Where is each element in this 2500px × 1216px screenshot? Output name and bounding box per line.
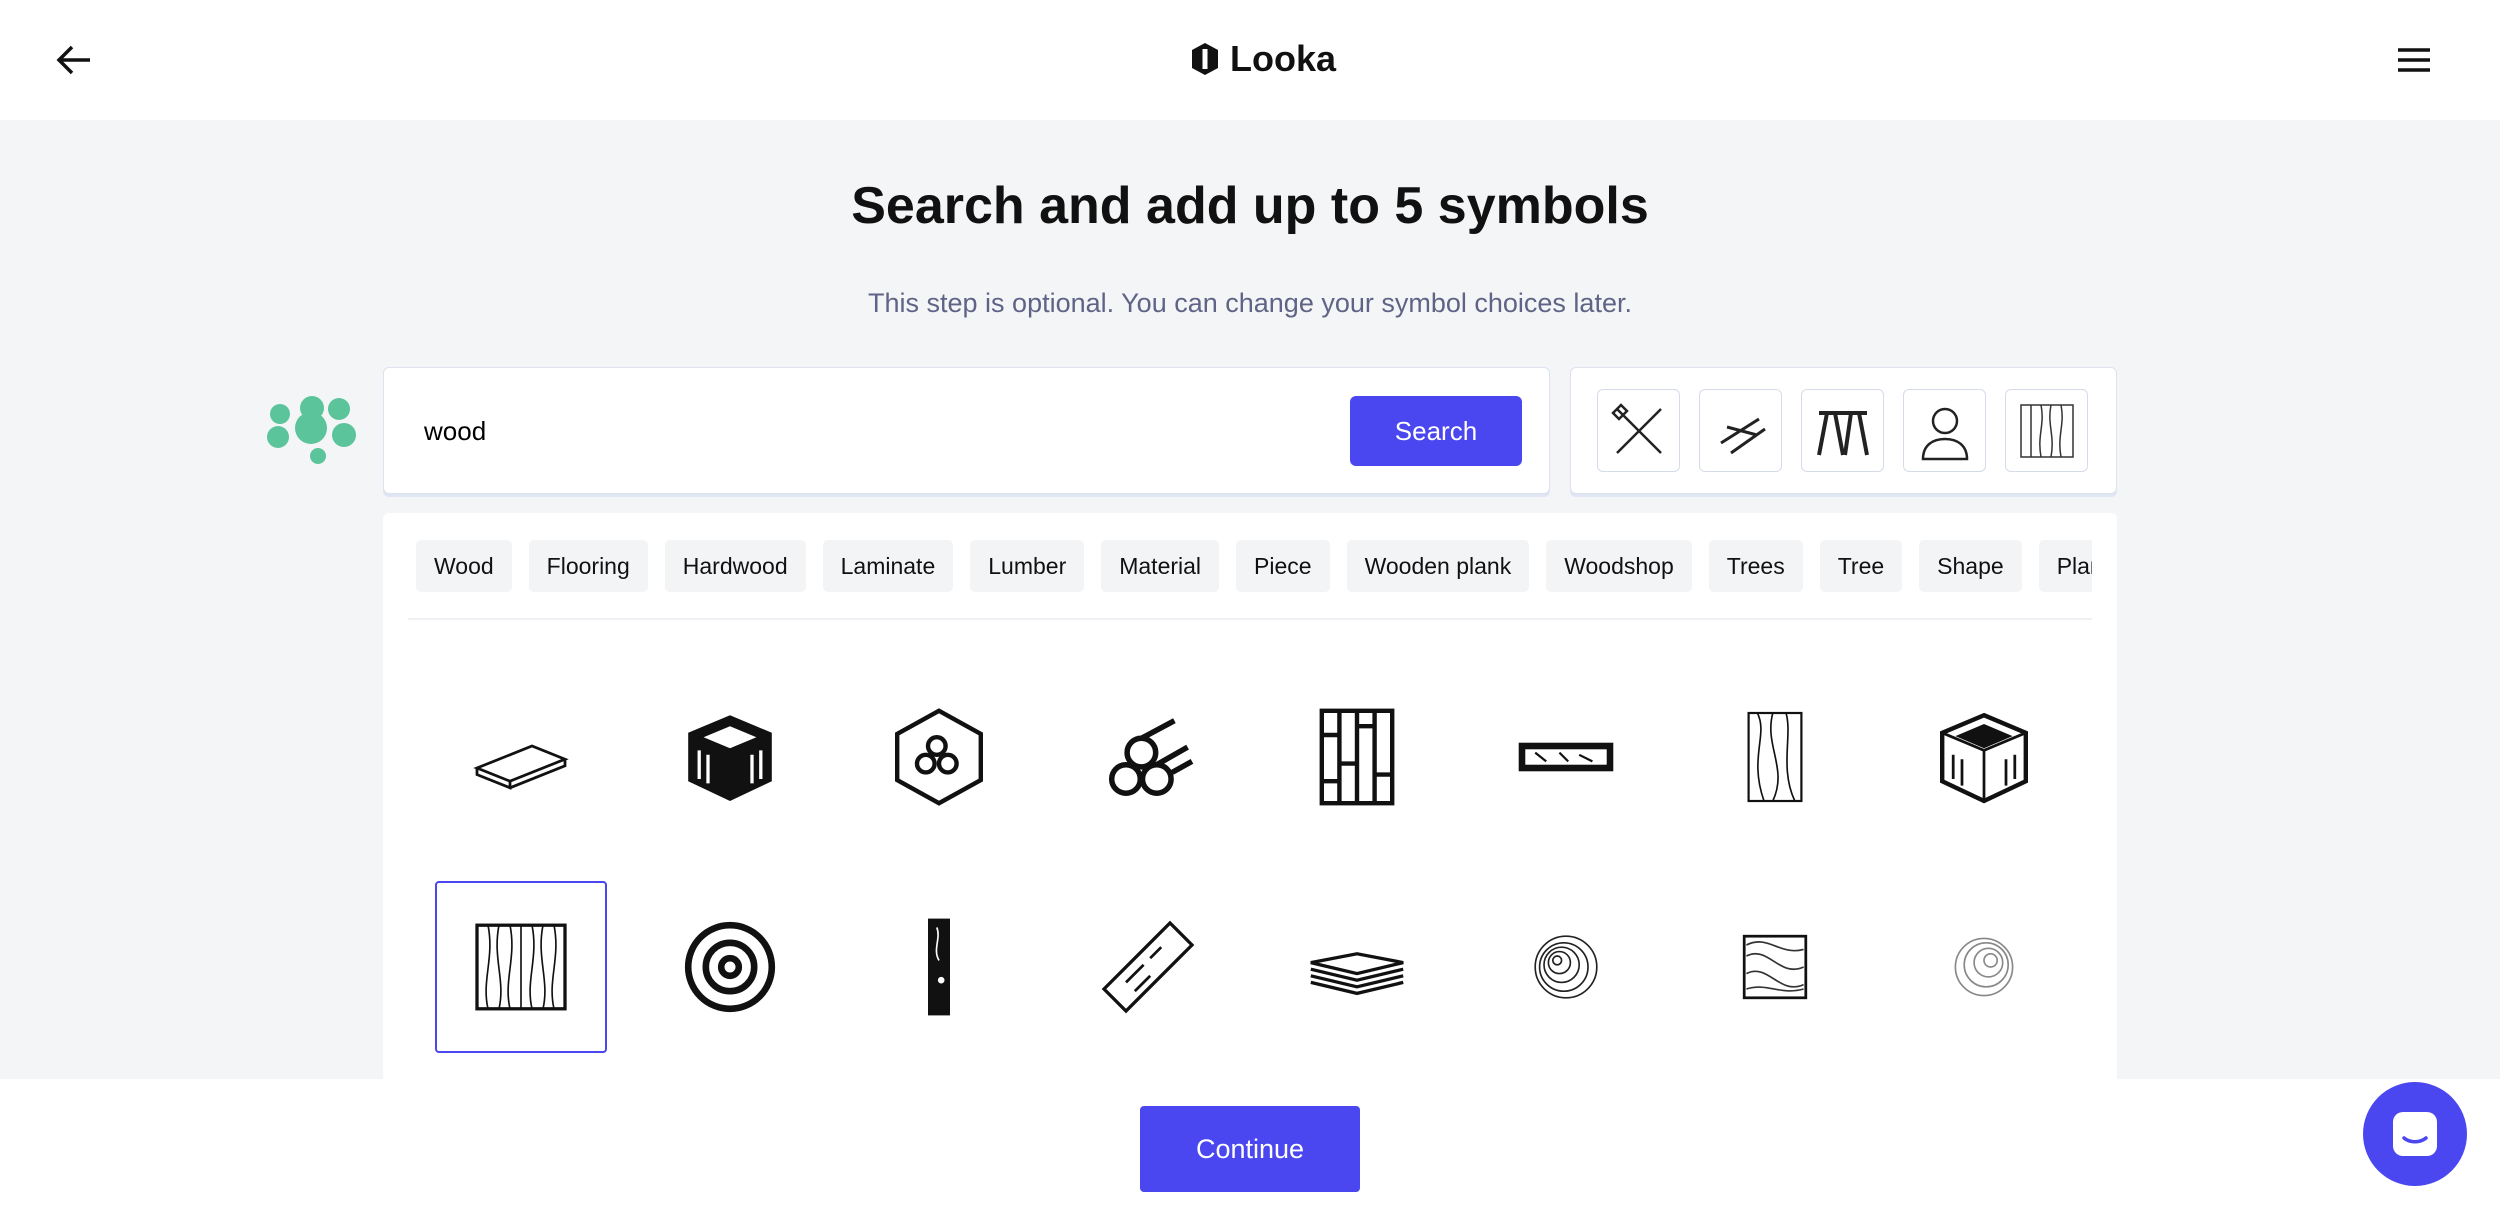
wood-grain-square-icon <box>475 923 567 1011</box>
wood-board-vertical-icon <box>928 918 950 1016</box>
wood-grain-icon <box>2019 403 2074 458</box>
symbol-result-stacked-planks[interactable] <box>1271 881 1443 1053</box>
tag-chip[interactable]: Woodshop <box>1546 540 1692 592</box>
parquet-floor-icon <box>1319 708 1395 806</box>
tag-chip[interactable]: Tree <box>1819 540 1903 592</box>
looka-logo[interactable]: Looka <box>1190 38 1336 80</box>
chat-button[interactable] <box>2363 1082 2467 1186</box>
symbol-result-wood-beam[interactable] <box>1480 671 1652 843</box>
selected-symbols-card <box>1570 367 2117 494</box>
hammer-wrench-icon <box>1610 402 1662 454</box>
wood-plank-icon <box>473 744 569 790</box>
log-pile-icon <box>1108 718 1194 797</box>
stacked-planks-icon <box>1310 952 1404 996</box>
symbol-result-tree-rings[interactable] <box>644 881 816 1053</box>
symbol-result-square-grain[interactable] <box>1689 881 1861 1053</box>
symbol-result-wood-cube[interactable] <box>1898 671 2070 843</box>
symbol-result-wood-board-vertical[interactable] <box>853 881 1025 1053</box>
tag-chip[interactable]: Laminate <box>822 540 954 592</box>
selected-symbol-carpenter[interactable] <box>1903 389 1986 472</box>
tag-list: Wood Flooring Hardwood Laminate Lumber Materi… <box>416 540 2092 592</box>
page-title: Search and add up to 5 symbols <box>851 177 1649 235</box>
symbol-result-wood-grain-board[interactable] <box>1689 671 1861 843</box>
chat-icon <box>2393 1112 2437 1156</box>
wood-cube-dark-icon <box>688 715 772 801</box>
selected-symbol-hammer[interactable] <box>1597 389 1680 472</box>
symbol-result-wood-plank[interactable] <box>435 671 607 843</box>
tag-chip[interactable]: Trees <box>1708 540 1803 592</box>
symbol-result-wood-grain-square[interactable] <box>435 881 607 1053</box>
symbol-result-log-pile[interactable] <box>1062 671 1234 843</box>
carpenter-icon <box>1921 407 1968 460</box>
square-grain-icon <box>1742 934 1808 1000</box>
symbol-result-logs-hexagon[interactable] <box>853 671 1025 843</box>
selected-symbol-nails[interactable] <box>1699 389 1782 472</box>
tag-chip[interactable]: Piece <box>1236 540 1330 592</box>
search-button[interactable]: Search <box>1350 396 1522 466</box>
nails-icon <box>1719 417 1766 454</box>
divider <box>408 618 2092 620</box>
wood-cube-icon <box>1940 712 2028 804</box>
looka-logo-icon <box>1192 43 1218 75</box>
wood-beam-icon <box>1518 742 1614 772</box>
tag-chip[interactable]: Flooring <box>528 540 648 592</box>
selected-symbol-sawhorse[interactable] <box>1801 389 1884 472</box>
tag-chip[interactable]: Lumber <box>970 540 1085 592</box>
selected-symbol-wood-grain[interactable] <box>2005 389 2088 472</box>
wood-grain-board-icon <box>1747 711 1803 803</box>
symbol-result-parquet-floor[interactable] <box>1271 671 1443 843</box>
tag-chip[interactable]: Plant <box>2038 540 2092 592</box>
continue-button[interactable]: Continue <box>1140 1106 1360 1192</box>
tag-chip[interactable]: Wooden plank <box>1346 540 1530 592</box>
top-header: Looka <box>0 0 2500 120</box>
symbol-dots-icon <box>267 396 356 464</box>
round-grain-light-icon <box>1954 937 2014 997</box>
symbol-result-round-grain-light[interactable] <box>1898 881 2070 1053</box>
arrow-left-icon[interactable] <box>54 40 94 80</box>
symbol-result-round-tree-rings[interactable] <box>1480 881 1652 1053</box>
logs-hexagon-icon <box>895 708 983 806</box>
search-card: Search <box>383 367 1550 494</box>
search-input[interactable] <box>424 398 1304 464</box>
brand-name: Looka <box>1230 38 1337 79</box>
diagonal-plank-icon <box>1101 920 1195 1014</box>
tag-chip[interactable]: Wood <box>416 540 512 592</box>
symbol-result-diagonal-plank[interactable] <box>1062 881 1234 1053</box>
tag-chip[interactable]: Material <box>1101 540 1220 592</box>
page-subtitle: This step is optional. You can change yo… <box>868 288 1632 318</box>
tree-rings-icon <box>684 921 776 1013</box>
symbol-result-wood-cube-dark[interactable] <box>644 671 816 843</box>
hamburger-menu-icon[interactable] <box>2396 44 2432 76</box>
sawhorse-icon <box>1816 410 1869 455</box>
tag-chip[interactable]: Hardwood <box>664 540 806 592</box>
round-tree-rings-icon <box>1534 935 1598 999</box>
tag-chip[interactable]: Shape <box>1919 540 2022 592</box>
